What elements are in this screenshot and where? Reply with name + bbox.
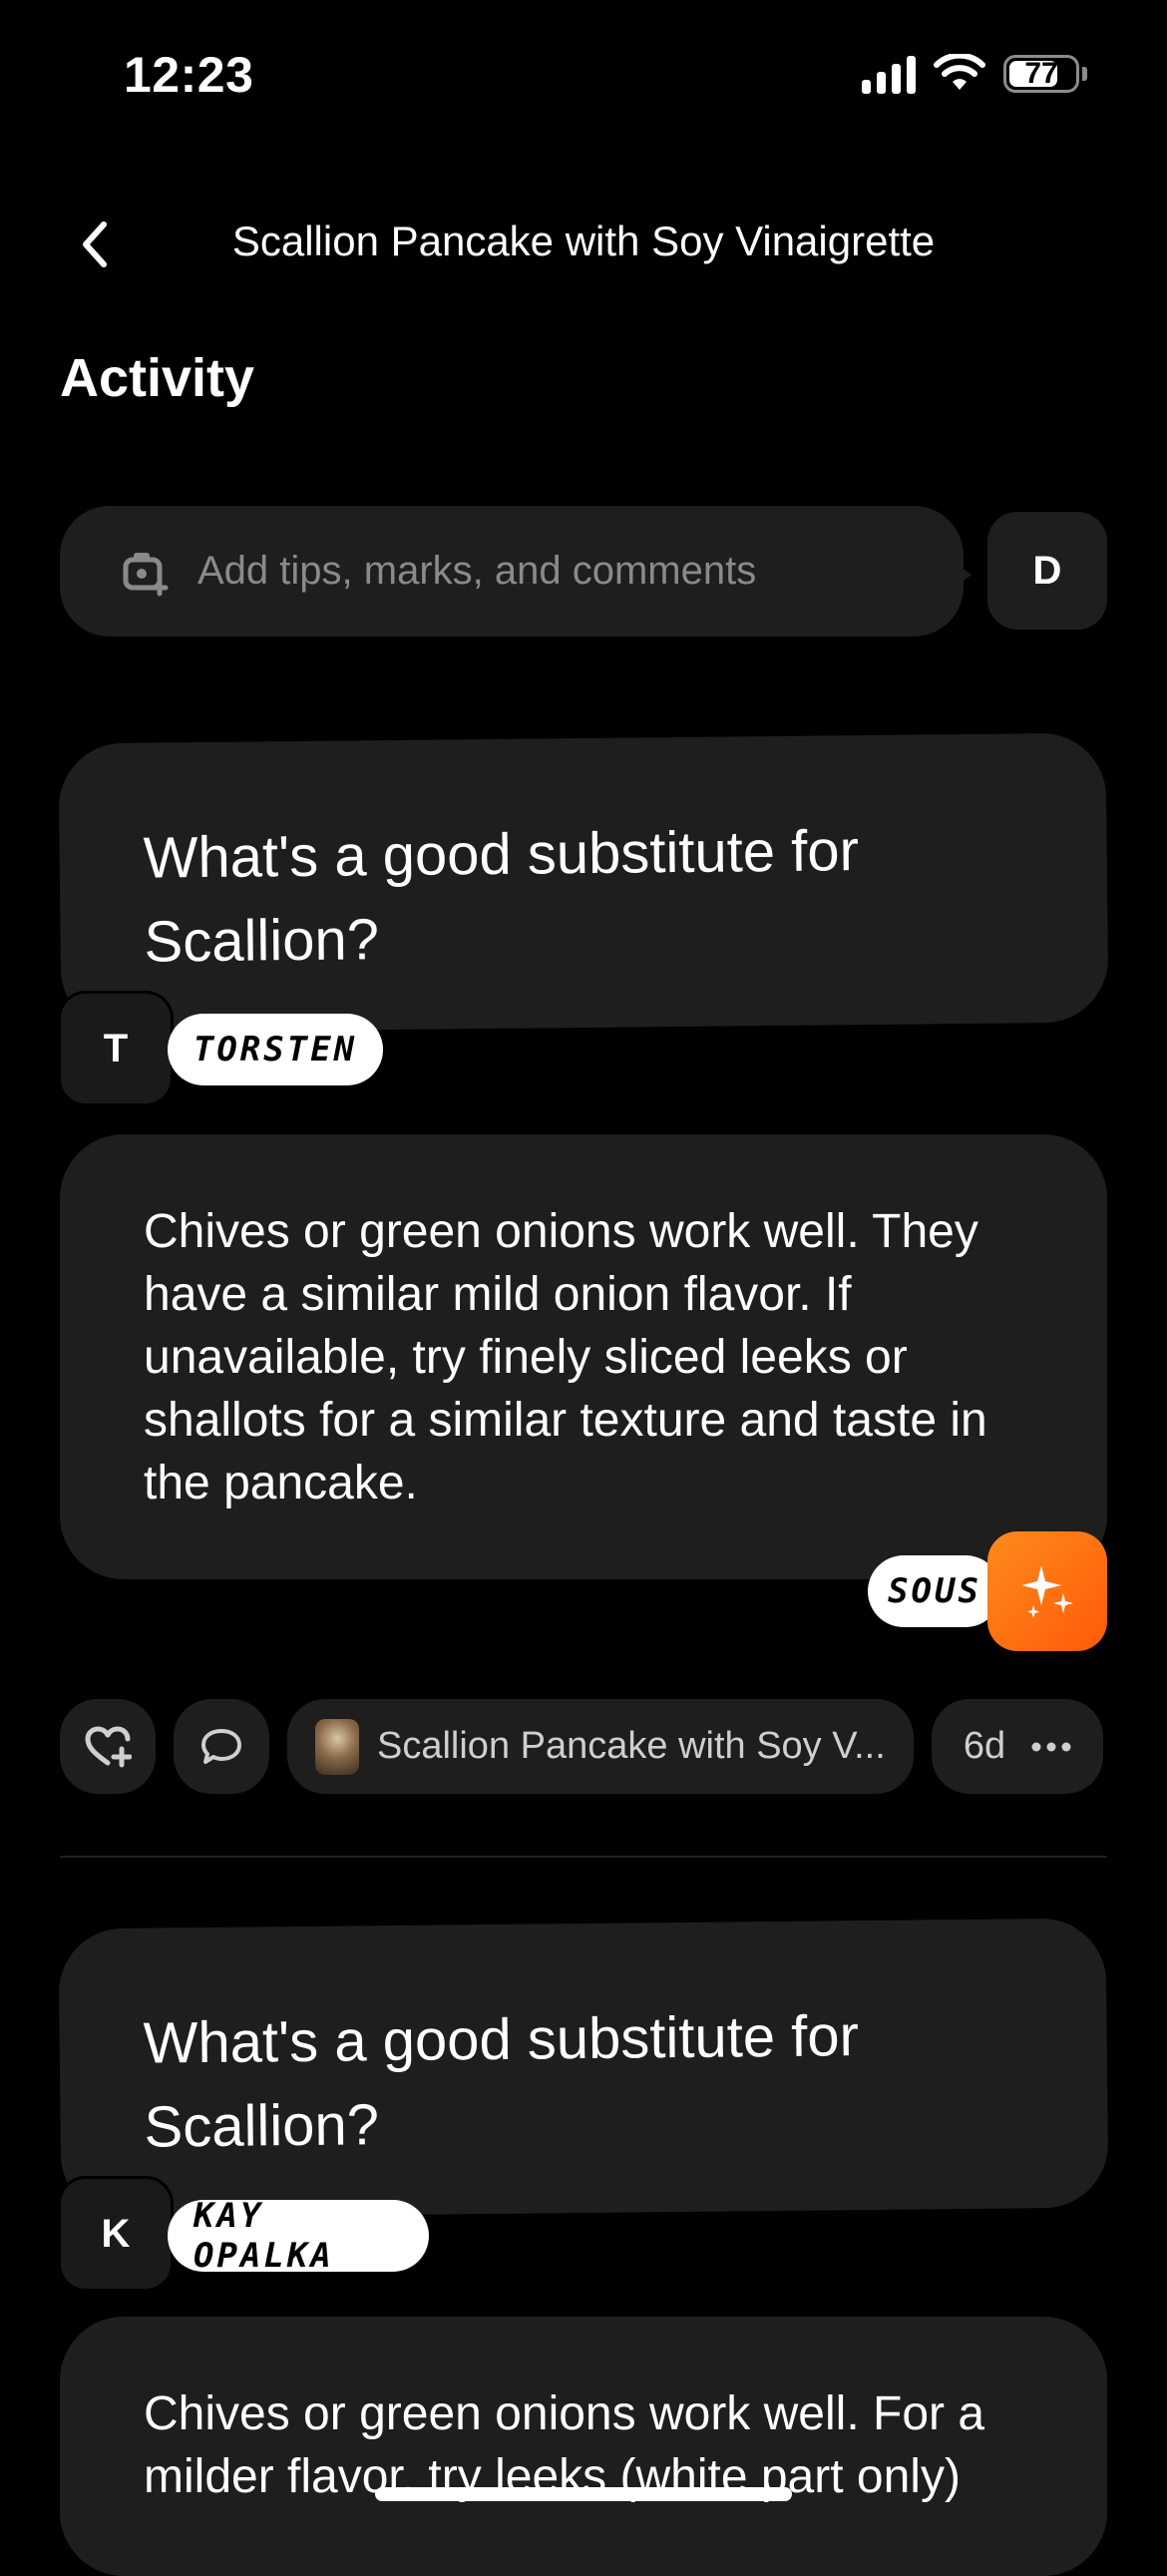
answer-text: Chives or green onions work well. They h… [144, 1205, 987, 1509]
answer-text: Chives or green onions work well. For a … [144, 2387, 985, 2503]
recipe-chip[interactable]: Scallion Pancake with Soy V... [287, 1699, 914, 1794]
sous-avatar[interactable] [987, 1531, 1107, 1651]
recipe-thumbnail [315, 1718, 359, 1775]
comment-composer[interactable]: Add tips, marks, and comments [60, 506, 964, 637]
status-icons: 77 [862, 54, 1087, 94]
wifi-icon [934, 54, 985, 90]
question-bubble[interactable]: What's a good substitute for Scallion? [58, 732, 1109, 1034]
section-title: Activity [60, 348, 255, 408]
post-age: 6d [963, 1725, 1006, 1767]
answer-bubble: Chives or green onions work well. They h… [60, 1134, 1107, 1579]
heart-plus-icon [85, 1726, 132, 1767]
chat-bubble-icon [201, 1728, 241, 1764]
nav-title: Scallion Pancake with Soy Vinaigrette [231, 217, 936, 264]
asker-avatar[interactable]: T [58, 991, 174, 1106]
recipe-chip-label: Scallion Pancake with Soy V... [377, 1725, 886, 1767]
status-time: 12:23 [124, 47, 254, 103]
cellular-signal-icon [862, 54, 916, 94]
asker-name-tag[interactable]: TORSTEN [168, 1014, 383, 1085]
more-options-button[interactable]: 6d [932, 1699, 1103, 1794]
like-button[interactable] [60, 1699, 156, 1794]
reply-button[interactable] [174, 1699, 269, 1794]
battery-icon: 77 [1003, 55, 1079, 93]
battery-level: 77 [1024, 57, 1058, 90]
asker-avatar[interactable]: K [58, 2176, 174, 2292]
composer-tail [956, 563, 972, 587]
sparkles-icon [1021, 1565, 1073, 1618]
question-bubble[interactable]: What's a good substitute for Scallion? [58, 1918, 1109, 2219]
question-text: What's a good substitute for Scallion? [143, 818, 860, 975]
asker-name-tag[interactable]: KAY OPALKA [168, 2196, 429, 2276]
user-avatar[interactable]: D [987, 512, 1107, 630]
home-indicator[interactable] [375, 2487, 792, 2501]
composer-placeholder: Add tips, marks, and comments [197, 549, 757, 593]
question-text: What's a good substitute for Scallion? [143, 2003, 860, 2160]
answer-bubble: Chives or green onions work well. For a … [60, 2317, 1107, 2576]
divider [60, 1856, 1107, 1858]
answerer-name-tag[interactable]: SOUS [868, 1555, 1001, 1627]
camera-plus-icon [123, 552, 169, 596]
ellipsis-icon [1031, 1742, 1071, 1751]
